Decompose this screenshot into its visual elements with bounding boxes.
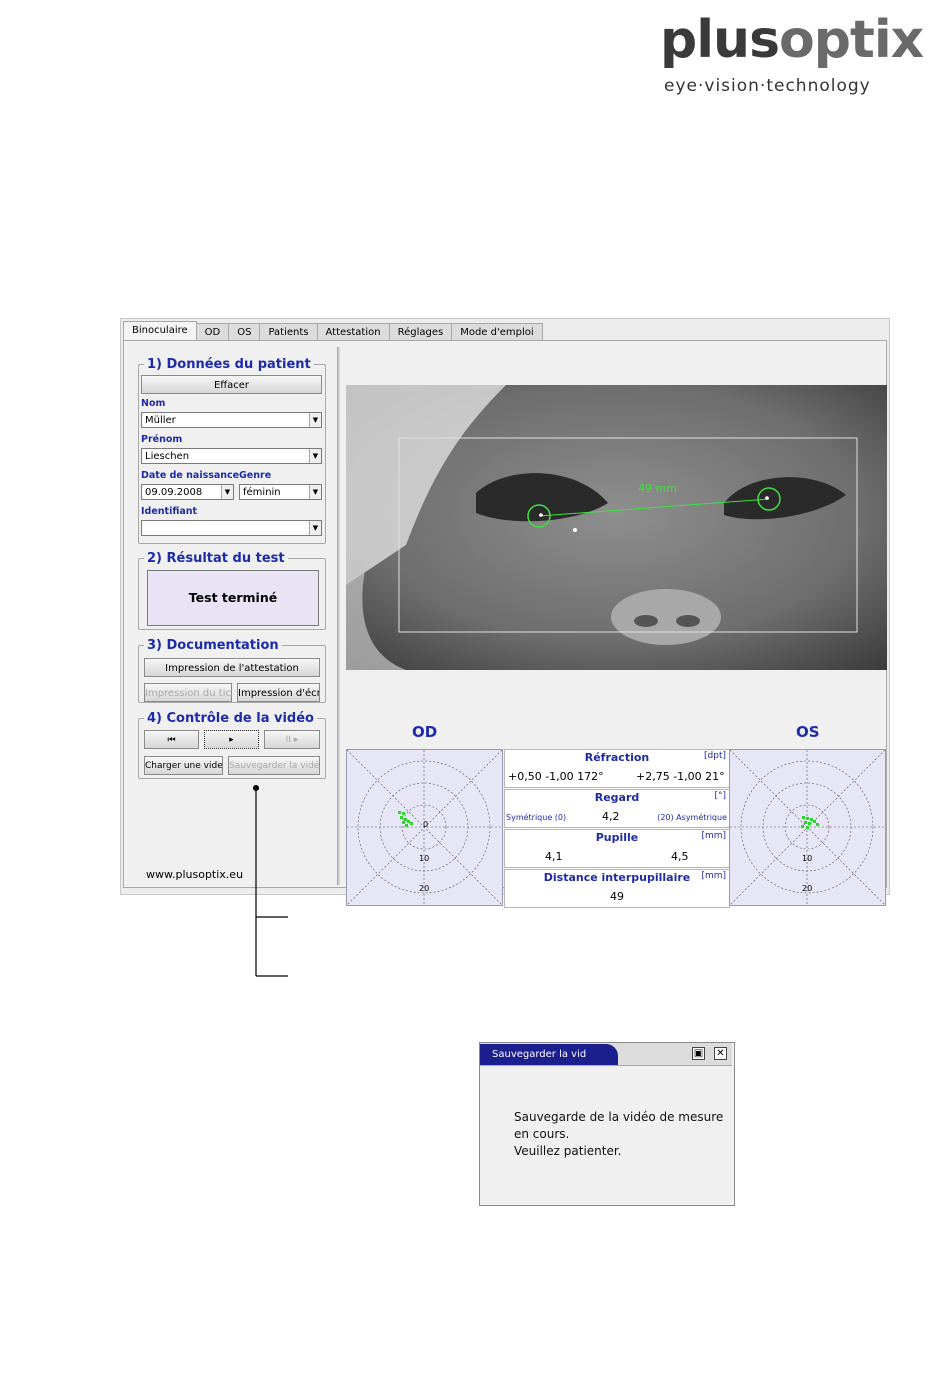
genre-value: féminin [243, 487, 281, 498]
os-polar-grid [729, 749, 886, 906]
video-control-group: 4) Contrôle de la vidéo ⏮ ▸ II ▸ Charger… [138, 711, 326, 779]
refraction-os-value: +2,75 -1,00 21° [636, 770, 725, 783]
save-video-dialog: Sauvegarder la vid ▣ ✕ Sauvegarde de la … [479, 1042, 735, 1206]
os-gaze-plot: 10 20 [729, 749, 886, 906]
dialog-message-line-3: Veuillez patienter. [514, 1144, 622, 1158]
ipd-value: 49 [610, 890, 624, 903]
eye-camera-image: 49 mm [346, 385, 887, 670]
interpupillary-distance-label: 49 mm [638, 482, 677, 495]
app-body: 1) Données du patient Effacer Nom Müller… [123, 340, 887, 908]
tab-os[interactable]: OS [228, 323, 261, 341]
chevron-down-icon[interactable]: ▼ [309, 521, 321, 535]
tab-bar: Binoculaire OD OS Patients Attestation R… [123, 321, 543, 341]
os-ring-10-label: 10 [802, 854, 813, 863]
dob-field[interactable]: 09.09.2008 ▼ [141, 484, 234, 500]
pupil-unit: [mm] [701, 831, 726, 841]
panel-divider [337, 347, 340, 885]
close-icon[interactable]: ✕ [714, 1047, 727, 1060]
dialog-title: Sauvegarder la vid [480, 1044, 618, 1065]
plusoptix-logo: plusoptix eye·vision·technology [660, 10, 924, 100]
clear-button[interactable]: Effacer [141, 375, 322, 394]
save-video-button[interactable]: Sauvegarder la vidéo [228, 756, 320, 775]
logo-wordmark: plusoptix [660, 10, 924, 70]
refraction-row: Réfraction [dpt] +0,50 -1,00 172° +2,75 … [504, 749, 730, 788]
test-status: Test terminé [147, 570, 319, 626]
refraction-od-value: +0,50 -1,00 172° [508, 770, 604, 783]
id-field[interactable]: ▼ [141, 520, 322, 536]
chevron-down-icon[interactable]: ▼ [309, 413, 321, 427]
pupil-row: Pupille [mm] 4,1 4,5 [504, 829, 730, 868]
logo-plus: plus [660, 10, 780, 70]
callout-connector [253, 785, 288, 977]
face-photo [346, 385, 887, 670]
print-ticket-button[interactable]: Impression du ticket [144, 683, 232, 702]
tab-patients[interactable]: Patients [259, 323, 318, 341]
pupil-od-value: 4,1 [545, 850, 563, 863]
prenom-field[interactable]: Lieschen ▼ [141, 448, 322, 464]
tab-binoculaire[interactable]: Binoculaire [123, 321, 197, 341]
play-button[interactable]: ▸ [204, 730, 259, 749]
documentation-group: 3) Documentation Impression de l'attesta… [138, 638, 326, 703]
result-group: 2) Résultat du test Test terminé [138, 551, 326, 630]
chevron-down-icon[interactable]: ▼ [221, 485, 233, 499]
gaze-title: Regard [594, 791, 640, 804]
result-legend: 2) Résultat du test [147, 551, 285, 566]
video-control-legend: 4) Contrôle de la vidéo [147, 711, 314, 726]
pupil-title: Pupille [595, 831, 639, 844]
nom-label: Nom [141, 398, 166, 409]
genre-label: Genre [239, 470, 272, 481]
chevron-down-icon[interactable]: ▼ [309, 449, 321, 463]
patient-data-group: 1) Données du patient Effacer Nom Müller… [138, 357, 326, 544]
pause-button[interactable]: II ▸ [264, 730, 320, 749]
gaze-row: Regard [°] Symétrique (0) 4,2 (20) Asymé… [504, 789, 730, 828]
od-ring-20-label: 20 [419, 884, 430, 893]
gaze-asymmetric-label: (20) Asymétrique [657, 813, 727, 822]
website-link[interactable]: www.plusoptix.eu [146, 868, 243, 881]
gaze-unit: [°] [714, 791, 726, 801]
tab-od[interactable]: OD [195, 323, 230, 341]
print-screen-button[interactable]: Impression d'écran [237, 683, 320, 702]
prenom-value: Lieschen [145, 451, 190, 462]
refraction-title: Réfraction [584, 751, 650, 764]
gaze-value: 4,2 [602, 810, 620, 823]
logo-tagline: eye·vision·technology [664, 76, 871, 96]
dialog-title-bar: Sauvegarder la vid ▣ ✕ [480, 1043, 732, 1066]
dialog-message-line-2: en cours. [514, 1127, 570, 1141]
pupil-os-value: 4,5 [671, 850, 689, 863]
os-ring-20-label: 20 [802, 884, 813, 893]
ipd-unit: [mm] [701, 871, 726, 881]
gaze-symmetric-label: Symétrique (0) [506, 813, 567, 822]
dialog-message-line-1: Sauvegarde de la vidéo de mesure [514, 1110, 724, 1124]
tab-mode-emploi[interactable]: Mode d'emploi [451, 323, 543, 341]
dob-label: Date de naissance [141, 470, 240, 481]
patient-data-legend: 1) Données du patient [147, 357, 311, 372]
app-window: Binoculaire OD OS Patients Attestation R… [120, 318, 890, 908]
od-ring-0-label: 0 [423, 820, 429, 829]
measurement-table: Réfraction [dpt] +0,50 -1,00 172° +2,75 … [504, 749, 730, 908]
ipd-row: Distance interpupillaire [mm] 49 [504, 869, 730, 908]
id-label: Identifiant [141, 506, 198, 517]
chevron-down-icon[interactable]: ▼ [309, 485, 321, 499]
rewind-button[interactable]: ⏮ [144, 730, 199, 749]
od-gaze-plot: 0 10 20 [346, 749, 503, 906]
refraction-unit: [dpt] [704, 751, 726, 761]
nom-value: Müller [145, 415, 176, 426]
nom-field[interactable]: Müller ▼ [141, 412, 322, 428]
logo-optix: optix [779, 10, 924, 70]
ipd-title: Distance interpupillaire [543, 871, 691, 884]
load-video-button[interactable]: Charger une video [144, 756, 223, 775]
dob-value: 09.09.2008 [145, 487, 203, 498]
documentation-legend: 3) Documentation [147, 638, 279, 653]
tab-attestation[interactable]: Attestation [316, 323, 390, 341]
prenom-label: Prénom [141, 434, 183, 445]
tab-reglages[interactable]: Réglages [388, 323, 453, 341]
print-attestation-button[interactable]: Impression de l'attestation [144, 658, 320, 677]
od-heading: OD [412, 723, 438, 741]
restore-icon[interactable]: ▣ [692, 1047, 705, 1060]
os-heading: OS [796, 723, 820, 741]
dialog-message: Sauvegarde de la vidéo de mesure en cour… [514, 1109, 723, 1160]
od-ring-10-label: 10 [419, 854, 430, 863]
genre-select[interactable]: féminin ▼ [239, 484, 322, 500]
